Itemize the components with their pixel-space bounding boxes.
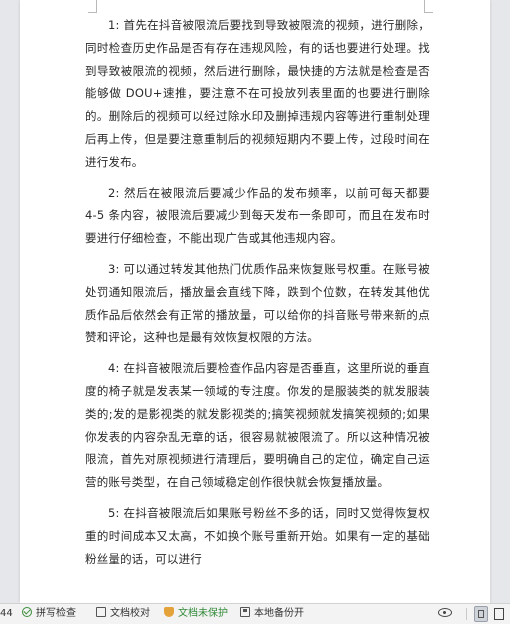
paragraph-1[interactable]: 1: 首先在抖音被限流后要找到导致被限流的视频，进行删除，同时检查历史作品是否有… (85, 14, 430, 174)
page-indicator[interactable]: 44 (0, 604, 13, 624)
paragraph-5[interactable]: 5: 在抖音被限流后如果账号粉丝不多的话，同时又觉得恢复权重的时间成本又太高，不… (85, 502, 430, 570)
status-bar: 44 拼写检查 文档校对 文档未保护 本地备份开 (0, 603, 510, 624)
document-viewport[interactable]: 1: 首先在抖音被限流后要找到导致被限流的视频，进行删除，同时检查历史作品是否有… (0, 0, 510, 603)
local-backup-label: 本地备份开 (254, 608, 304, 619)
eye-protection-icon[interactable] (438, 608, 452, 617)
spell-check-button[interactable]: 拼写检查 (22, 604, 76, 624)
doc-proofread-label: 文档校对 (110, 608, 150, 619)
paragraph-4[interactable]: 4: 在抖音被限流后要检查作品内容是否垂直，这里所说的垂直度的椅子就是发表某一领… (85, 357, 430, 494)
document-body[interactable]: 1: 首先在抖音被限流后要找到导致被限流的视频，进行删除，同时检查历史作品是否有… (85, 14, 430, 578)
reading-view-icon[interactable] (494, 608, 504, 620)
status-separator (466, 608, 467, 620)
page-view-icon[interactable] (474, 606, 488, 622)
page-corner-mark-left (88, 0, 97, 13)
document-page: 1: 首先在抖音被限流后要找到导致被限流的视频，进行删除，同时检查历史作品是否有… (20, 0, 490, 603)
page-corner-mark-right (424, 0, 433, 13)
doc-protection-label: 文档未保护 (178, 608, 228, 619)
document-icon (96, 607, 106, 617)
spell-check-label: 拼写检查 (36, 608, 76, 619)
paragraph-3[interactable]: 3: 可以通过转发其他热门优质作品来恢复账号权重。在账号被处罚通知限流后，播放量… (85, 258, 430, 349)
check-circle-icon (22, 607, 32, 617)
disk-icon (240, 607, 250, 617)
doc-protection-button[interactable]: 文档未保护 (164, 604, 228, 624)
local-backup-button[interactable]: 本地备份开 (240, 604, 304, 624)
paragraph-2[interactable]: 2: 然后在被限流后要减少作品的发布频率，以前可每天都要 4-5 条内容，被限流… (85, 182, 430, 250)
shield-icon (164, 607, 174, 617)
doc-proofread-button[interactable]: 文档校对 (96, 604, 150, 624)
